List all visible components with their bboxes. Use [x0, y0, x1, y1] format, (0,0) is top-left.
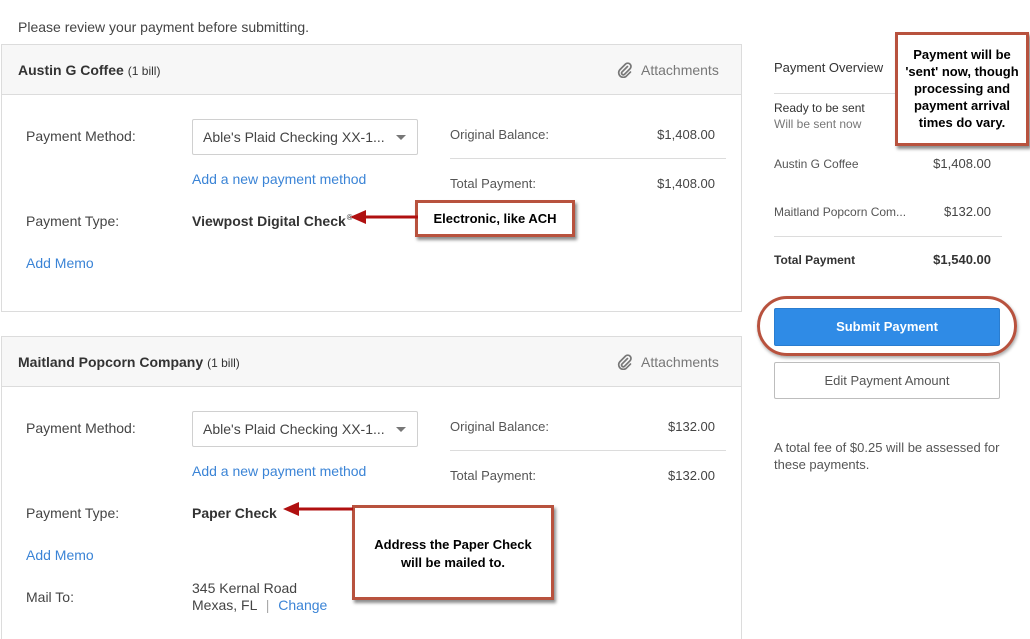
mail-to-label: Mail To:: [26, 589, 74, 605]
bill-count: (1 bill): [207, 356, 240, 370]
payment-type-value: Paper Check: [192, 505, 277, 521]
overview-row-amount: $132.00: [944, 204, 991, 219]
chevron-down-icon: [396, 427, 406, 432]
overview-status: Ready to be sent: [774, 101, 865, 115]
bill-count: (1 bill): [127, 64, 161, 78]
annotation-electronic: Electronic, like ACH: [415, 200, 575, 237]
attachments-button[interactable]: Attachments: [616, 61, 719, 78]
original-balance-label: Original Balance:: [450, 127, 549, 142]
arrow-left-icon: [350, 210, 418, 224]
add-memo-link[interactable]: Add Memo: [26, 255, 94, 271]
overview-status-sub: Will be sent now: [774, 117, 862, 131]
total-payment-value: $132.00: [668, 468, 715, 483]
payment-type-value: Viewpost Digital Check®: [192, 213, 353, 229]
chevron-down-icon: [396, 135, 406, 140]
payment-method-value: Able's Plaid Checking XX-1...: [203, 421, 385, 437]
total-payment-label: Total Payment:: [450, 468, 536, 483]
submit-highlight-ring: [757, 296, 1017, 356]
total-payment-value: $1,408.00: [657, 176, 715, 191]
annotation-paper-check: Address the Paper Check will be mailed t…: [352, 505, 554, 600]
payment-method-value: Able's Plaid Checking XX-1...: [203, 129, 385, 145]
original-balance-label: Original Balance:: [450, 419, 549, 434]
mailing-address-line1: 345 Kernal Road: [192, 580, 298, 596]
total-payment-label: Total Payment:: [450, 176, 536, 191]
overview-divider: [774, 236, 1002, 237]
vendor-name: Maitland Popcorn Company (1 bill): [18, 354, 240, 370]
change-address-link[interactable]: Change: [278, 597, 327, 613]
arrow-left-icon: [283, 502, 353, 516]
fee-note: A total fee of $0.25 will be assessed fo…: [774, 440, 1000, 472]
card-header: Austin G Coffee (1 bill) Attachments: [2, 45, 741, 95]
paperclip-icon: [617, 354, 632, 370]
amount-divider: [450, 450, 726, 451]
add-memo-link[interactable]: Add Memo: [26, 547, 94, 563]
overview-row-name: Austin G Coffee: [774, 157, 859, 171]
review-instructions: Please review your payment before submit…: [18, 19, 310, 35]
paperclip-icon: [617, 62, 632, 78]
payment-method-label: Payment Method:: [26, 128, 136, 144]
add-payment-method-link[interactable]: Add a new payment method: [192, 171, 366, 187]
add-payment-method-link[interactable]: Add a new payment method: [192, 463, 366, 479]
original-balance-value: $1,408.00: [657, 127, 715, 142]
overview-row-amount: $1,408.00: [933, 156, 991, 171]
vendor-name: Austin G Coffee (1 bill): [18, 62, 161, 78]
edit-payment-amount-button[interactable]: Edit Payment Amount: [774, 362, 1000, 399]
payment-method-select[interactable]: Able's Plaid Checking XX-1...: [192, 119, 418, 155]
card-header: Maitland Popcorn Company (1 bill) Attachm…: [2, 337, 741, 387]
attachments-button[interactable]: Attachments: [616, 353, 719, 370]
address-separator: |: [265, 597, 270, 613]
payment-type-label: Payment Type:: [26, 213, 120, 229]
overview-title: Payment Overview: [774, 60, 884, 75]
amount-divider: [450, 158, 726, 159]
annotation-sent-now: Payment will be 'sent' now, though proce…: [895, 32, 1029, 146]
mailing-address-line2: Mexas, FL | Change: [192, 597, 328, 613]
overview-total-label: Total Payment: [774, 253, 856, 267]
overview-total-value: $1,540.00: [933, 252, 991, 267]
attachments-label: Attachments: [641, 61, 719, 78]
payment-method-select[interactable]: Able's Plaid Checking XX-1...: [192, 411, 418, 447]
original-balance-value: $132.00: [668, 419, 715, 434]
overview-row-name: Maitland Popcorn Com...: [774, 205, 907, 219]
payment-type-label: Payment Type:: [26, 505, 120, 521]
payment-method-label: Payment Method:: [26, 420, 136, 436]
attachments-label: Attachments: [641, 353, 719, 370]
payment-card-austin: Austin G Coffee (1 bill) Attachments Paym…: [1, 44, 742, 312]
